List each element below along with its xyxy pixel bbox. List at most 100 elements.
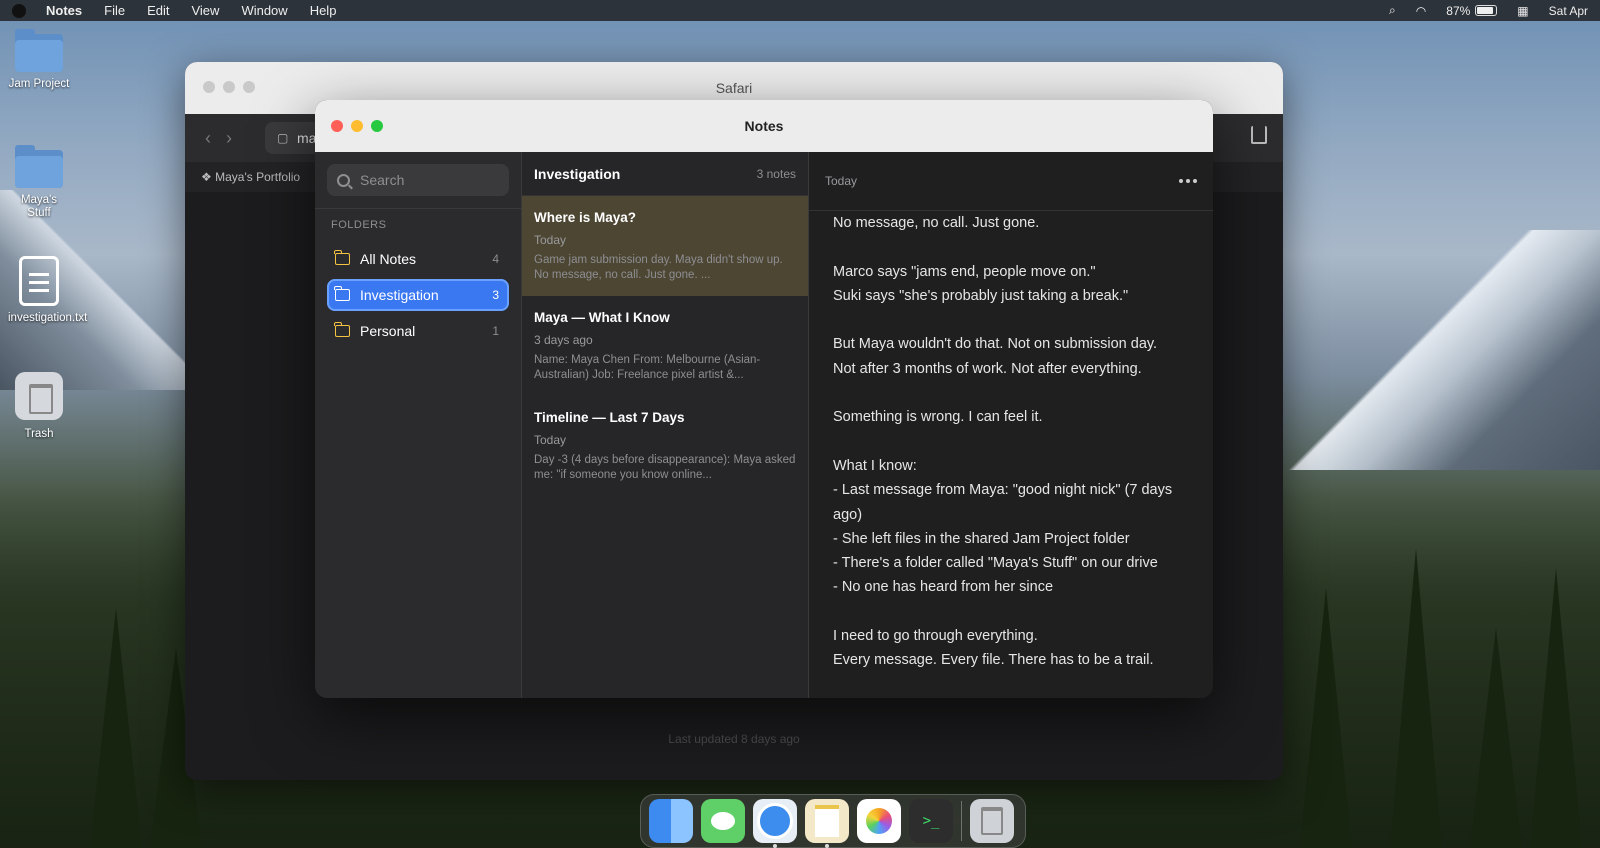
menu-view[interactable]: View [191,3,219,18]
safari-page-footer: Last updated 8 days ago [668,732,800,746]
minimize-button[interactable] [223,81,235,93]
folder-item-investigation[interactable]: Investigation 3 [327,279,509,311]
search-placeholder: Search [360,172,405,188]
note-date: 3 days ago [534,333,593,347]
notes-icon[interactable] [805,799,849,848]
folder-icon [334,286,350,301]
folder-item-all-notes[interactable]: All Notes 4 [327,243,509,275]
address-text: ma [297,130,317,146]
note-line [833,381,1189,405]
note-line: - She left files in the shared Jam Proje… [833,530,1130,547]
back-forward-icons[interactable]: ‹ › [205,128,232,149]
folder-name: Investigation [360,287,439,303]
note-line [833,600,1189,624]
more-options-icon[interactable] [1179,179,1197,183]
note-list-folder-title: Investigation [534,165,621,182]
note-card-timeline[interactable]: Timeline — Last 7 Days Today Day -3 (4 d… [522,396,808,496]
desktop-icon-label: Trash [24,428,54,440]
note-line: ago) [833,506,863,523]
menu-app-name[interactable]: Notes [46,3,82,18]
messages-icon[interactable] [701,799,745,843]
zoom-button[interactable] [371,120,383,132]
spotlight-search-icon[interactable]: ⌕ [1389,3,1396,18]
note-title: Maya — What I Know [534,310,670,325]
sidebar-divider [315,208,521,209]
editor-date: Today [825,174,858,188]
note-line: What I know: [833,457,917,474]
bookmark-mayas-portfolio[interactable]: Maya's Portfolio [215,170,300,184]
search-icon [337,173,350,187]
desktop-icon-jam-project[interactable]: Jam Project [8,29,70,91]
menu-help[interactable]: Help [310,3,337,18]
folder-icon [334,322,350,337]
terminal-icon[interactable]: >_ [909,799,953,843]
safari-title: Safari [715,80,753,96]
note-body[interactable]: No message, no call. Just gone. Marco sa… [809,211,1213,695]
note-line: No message, no call. Just gone. [833,215,1040,231]
search-input[interactable]: Search [327,164,509,196]
note-line: Suki says "she's probably just taking a … [833,287,1129,304]
note-title: Timeline — Last 7 Days [534,410,685,425]
note-line [833,308,1189,332]
menu-window[interactable]: Window [241,3,287,18]
desktop-icon-label: investigation.txt [8,312,88,324]
notes-sidebar: Search FOLDERS All Notes 4 Investigation… [315,152,522,698]
note-date: Today [534,233,567,247]
note-card-where-is-maya[interactable]: Where is Maya? Today Game jam submission… [522,196,808,296]
terminal-glyph: >_ [922,813,940,829]
zoom-button[interactable] [243,81,255,93]
notes-window-controls[interactable] [331,120,383,132]
menu-file[interactable]: File [104,3,125,18]
folder-count: 3 [492,288,499,302]
bookmark-icon: ❖ [201,170,216,184]
wifi-icon[interactable]: ◠ [1416,4,1426,18]
notes-window[interactable]: Notes Search FOLDERS All Notes 4 Investi… [315,100,1213,698]
finder-icon[interactable] [649,799,693,843]
folder-icon [15,145,63,188]
dock-separator [961,801,962,841]
menu-edit[interactable]: Edit [147,3,169,18]
apple-menu-icon[interactable] [12,3,26,18]
close-button[interactable] [203,81,215,93]
folder-count: 1 [492,324,499,338]
note-list: Investigation 3 notes Where is Maya? Tod… [522,152,809,698]
note-preview: Day -3 (4 days before disappearance): Ma… [534,454,796,481]
photos-icon[interactable] [857,799,901,843]
note-line: Marco says "jams end, people move on." [833,263,1096,280]
battery-icon[interactable] [1475,5,1498,16]
note-preview: Name: Maya Chen From: Melbourne (Asian-A… [534,354,761,381]
note-date: Today [534,433,567,447]
menu-bar: Notes File Edit View Window Help ⌕ ◠ 87%… [0,0,1600,21]
trash-icon[interactable] [970,799,1014,843]
desktop-icon-mayas-stuff[interactable]: Maya's Stuff [8,145,70,220]
desktop-mountain-right [1240,230,1600,470]
safari-window-controls[interactable] [203,81,255,93]
desktop-icon-trash[interactable]: Trash [8,372,70,441]
editor-header: Today [809,152,1213,211]
note-line: - There's a folder called "Maya's Stuff"… [833,555,1158,572]
folder-count: 4 [492,252,499,266]
share-icon[interactable] [1251,126,1267,144]
running-indicator [773,844,777,848]
desktop-icon-investigation-txt[interactable]: investigation.txt [8,256,87,325]
note-line: Every message. Every file. There has to … [833,652,1154,669]
note-card-maya-what-i-know[interactable]: Maya — What I Know 3 days ago Name: Maya… [522,296,808,396]
folder-icon [15,29,63,72]
dock: >_ [640,794,1026,848]
note-line: Something is wrong. I can feel it. [833,409,1043,426]
safari-icon[interactable] [753,799,797,848]
note-line [833,235,1189,259]
minimize-button[interactable] [351,120,363,132]
menu-clock[interactable]: Sat Apr [1549,4,1588,18]
lock-icon: ▢ [277,131,289,145]
text-document-icon [19,256,59,306]
note-list-header: Investigation 3 notes [522,152,808,196]
note-editor[interactable]: Today No message, no call. Just gone. Ma… [809,152,1213,698]
control-center-icon[interactable]: ▦ [1517,4,1528,18]
close-button[interactable] [331,120,343,132]
note-preview: Game jam submission day. Maya didn't sho… [534,254,783,281]
folder-item-personal[interactable]: Personal 1 [327,315,509,347]
notes-titlebar[interactable]: Notes [315,100,1213,152]
note-line: Not after 3 months of work. Not after ev… [833,360,1142,377]
folder-name: Personal [360,323,416,339]
